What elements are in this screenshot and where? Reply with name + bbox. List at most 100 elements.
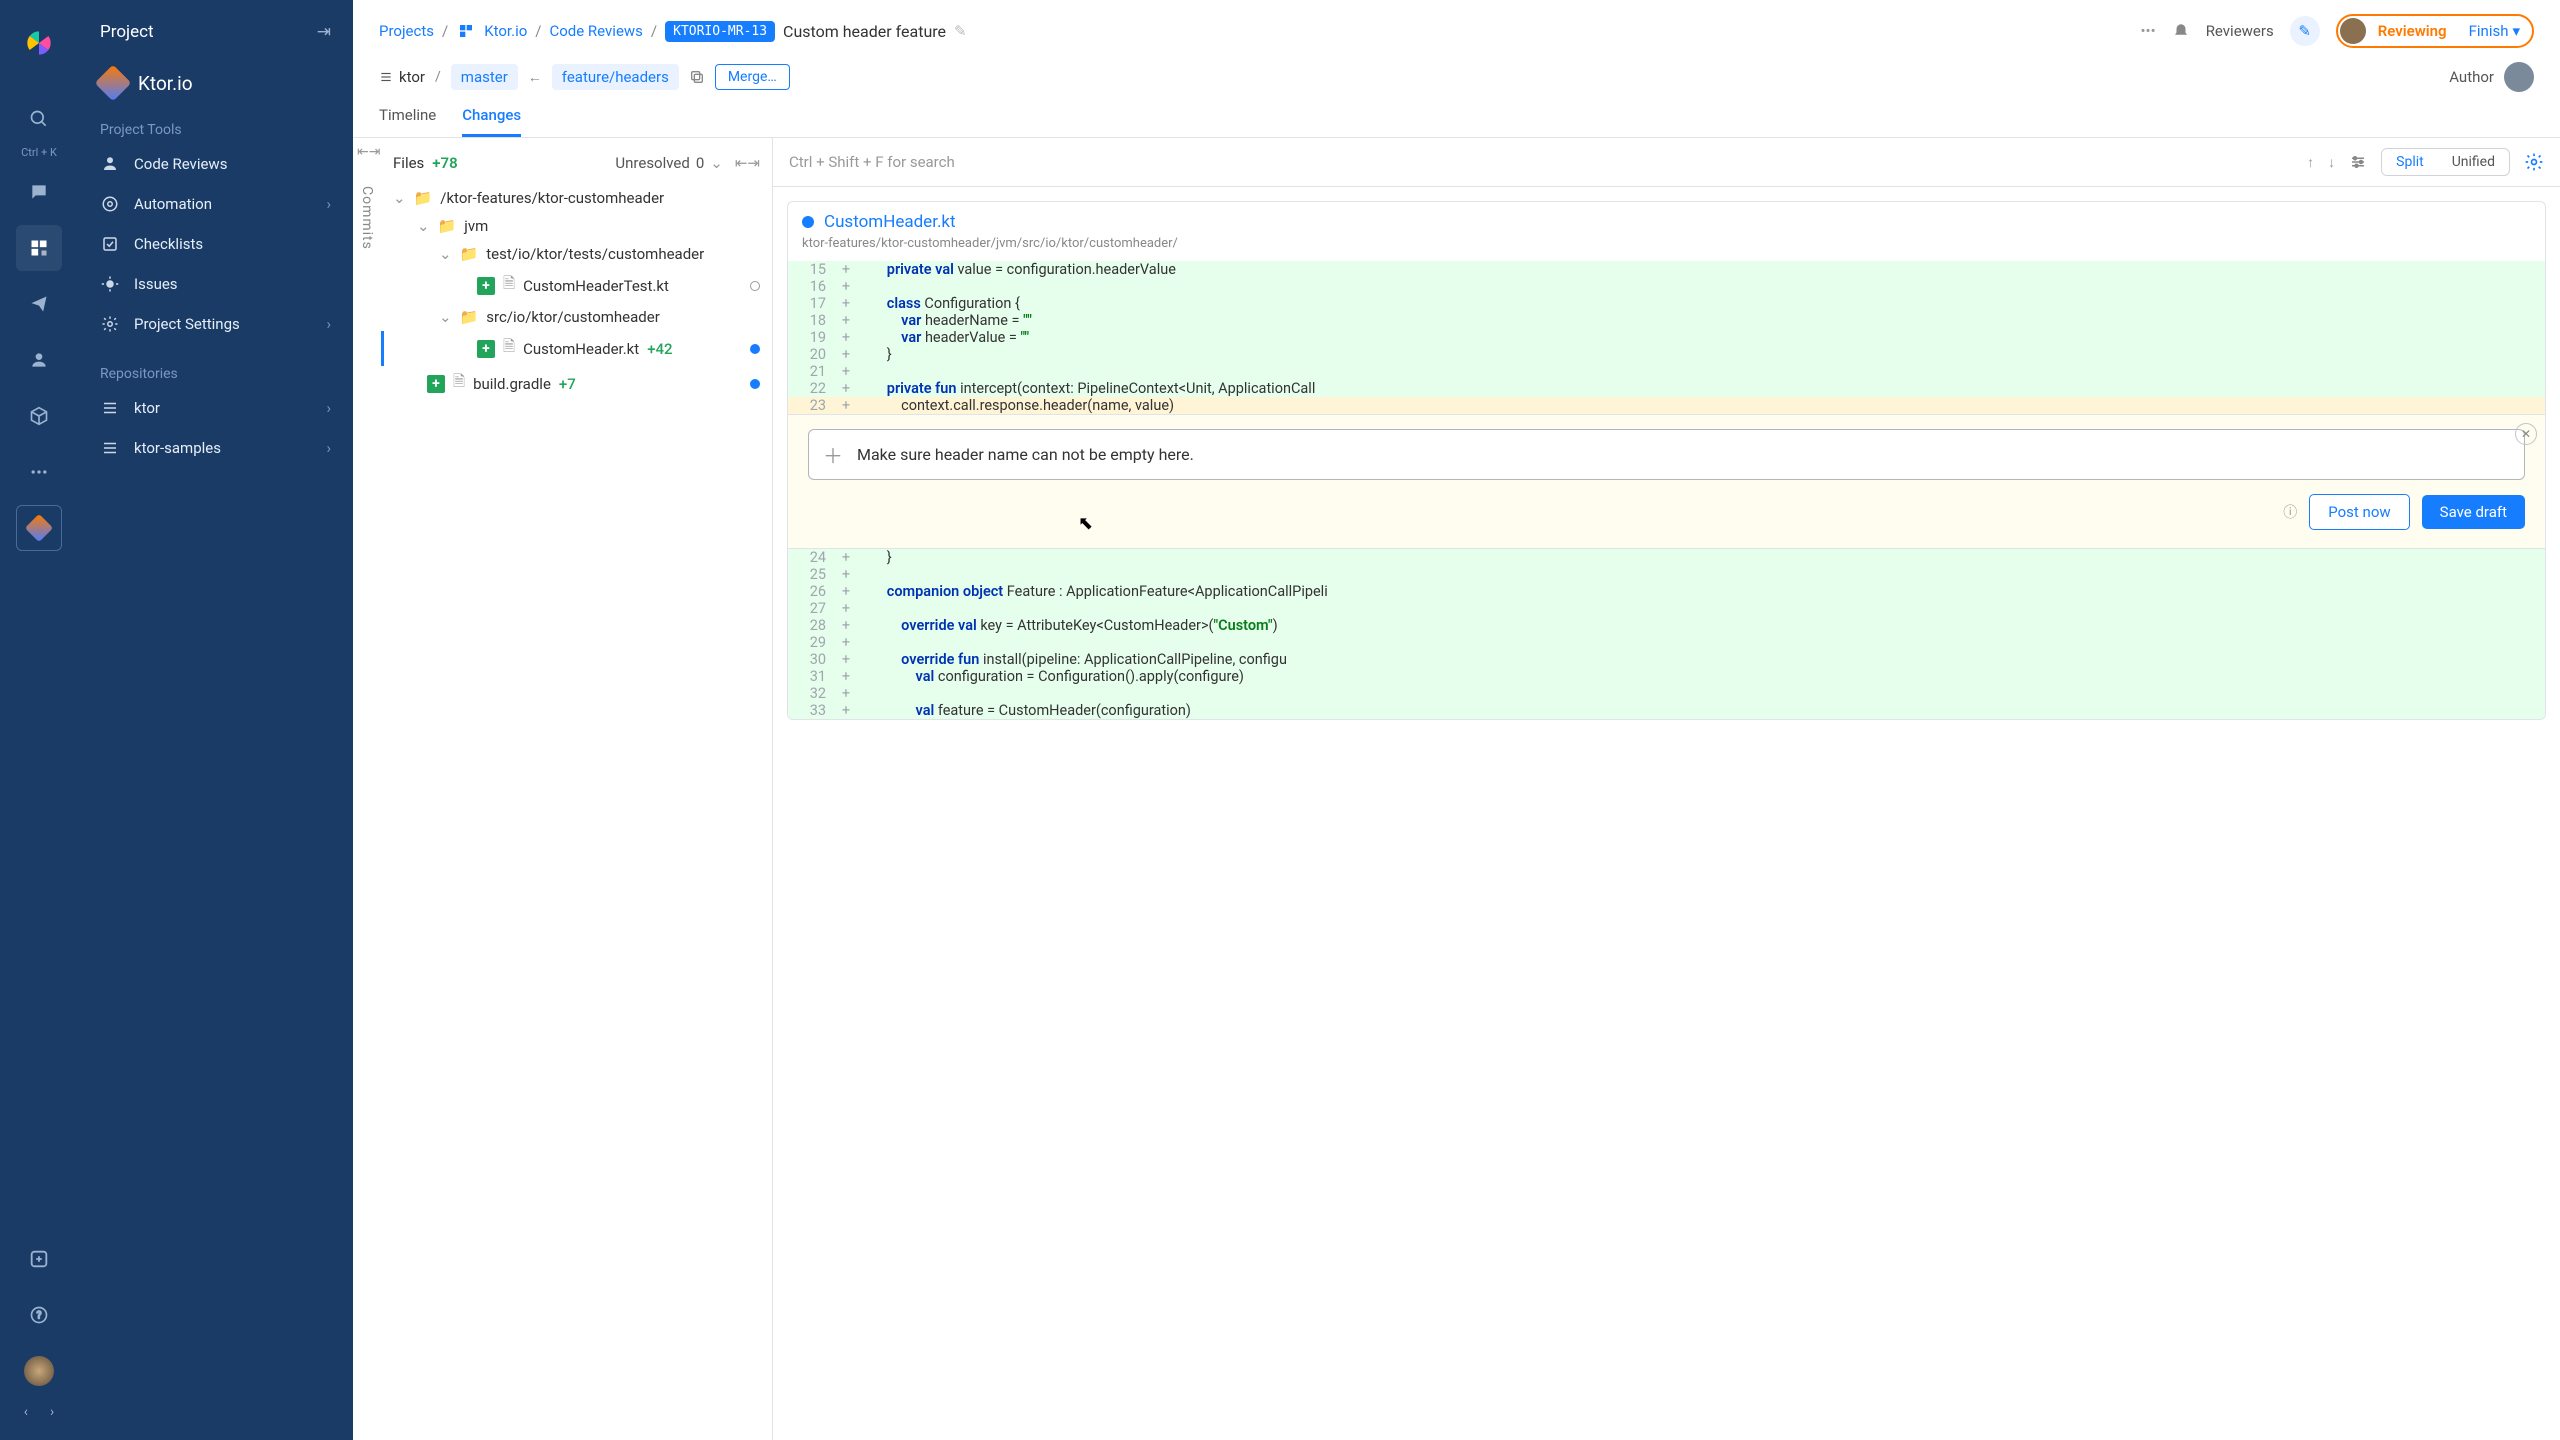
chevron-down-icon: ⌄ [439, 308, 452, 326]
project-sidebar: Project ⇥ Ktor.io Project Tools Code Rev… [78, 0, 353, 1440]
global-nav: Ctrl + K ? ‹ › [0, 0, 78, 1440]
panel-handle-icon[interactable]: ⇤⇥ [357, 144, 380, 160]
folder-icon: 📁 [460, 245, 479, 263]
tree-folder[interactable]: ⌄ 📁 test/io/ktor/tests/customheader [393, 240, 760, 268]
file-tree-panel: ⇤⇥ Commits Files +78 Unresolved 0 ⌄ ⇤⇥ ⌄… [353, 138, 773, 1440]
info-icon[interactable]: ⓘ [2283, 502, 2297, 522]
sidebar-item-automation[interactable]: Automation › [78, 184, 353, 224]
bell-icon[interactable] [2172, 22, 2190, 40]
user-avatar[interactable] [16, 1348, 62, 1394]
tab-timeline[interactable]: Timeline [379, 106, 436, 137]
view-split[interactable]: Split [2382, 149, 2438, 175]
repos-group-label: Repositories [78, 360, 353, 388]
sidebar-item-issues[interactable]: Issues [78, 264, 353, 304]
sidebar-item-project-settings[interactable]: Project Settings › [78, 304, 353, 344]
sidebar-item-code-reviews[interactable]: Code Reviews [78, 144, 353, 184]
next-diff-icon[interactable]: ↓ [2328, 154, 2335, 171]
status-dot [750, 379, 760, 389]
search-hint[interactable]: Ctrl + Shift + F for search [789, 153, 955, 171]
collapse-sidebar-icon[interactable]: ⇥ [317, 22, 331, 42]
merge-button[interactable]: Merge… [715, 64, 790, 90]
prev-icon[interactable]: ‹ [24, 1404, 28, 1420]
folder-icon: 📁 [438, 217, 457, 235]
app-logo[interactable] [16, 20, 62, 66]
panel-expand-icon[interactable]: ⇤⇥ [735, 154, 760, 172]
file-status-dot [802, 216, 814, 228]
diff-settings-icon[interactable] [2349, 153, 2367, 171]
breadcrumb-project[interactable]: Ktor.io [484, 22, 527, 40]
branch-row: ktor / master ← feature/headers Merge… A… [353, 48, 2560, 92]
author-avatar[interactable] [2504, 62, 2534, 92]
mr-id-badge[interactable]: KTORIO-MR-13 [665, 21, 775, 42]
help-icon[interactable]: ? [16, 1292, 62, 1338]
team-icon[interactable] [16, 337, 62, 383]
pinned-project-icon[interactable] [16, 505, 62, 551]
search-shortcut: Ctrl + K [21, 146, 57, 159]
breadcrumb-section[interactable]: Code Reviews [549, 22, 642, 40]
edit-reviewers-icon[interactable]: ✎ [2290, 16, 2320, 46]
source-branch[interactable]: feature/headers [552, 64, 679, 90]
comment-input[interactable] [857, 445, 2510, 464]
edit-title-icon[interactable]: ✎ [954, 22, 967, 40]
commits-tab[interactable]: Commits [353, 138, 381, 1440]
comment-box: ✕ ＋ ⓘ Post now Save draft ⬉ [787, 415, 2546, 549]
status-dot-hollow [750, 281, 760, 291]
search-icon[interactable] [16, 96, 62, 142]
projects-icon[interactable] [16, 225, 62, 271]
more-actions-icon[interactable]: ••• [2141, 22, 2156, 40]
review-status-pill[interactable]: Reviewing Finish ▾ [2336, 14, 2534, 48]
file-icon: 🗎 [503, 336, 515, 361]
chevron-down-icon[interactable]: ⌄ [710, 154, 723, 172]
repo-icon [100, 438, 120, 458]
close-comment-icon[interactable]: ✕ [2515, 423, 2537, 445]
sidebar-item-checklists[interactable]: Checklists [78, 224, 353, 264]
code-review-icon [100, 154, 120, 174]
packages-icon[interactable] [16, 393, 62, 439]
files-label: Files [393, 154, 424, 172]
attach-icon[interactable]: ＋ [823, 440, 843, 469]
target-branch[interactable]: master [451, 64, 518, 90]
tree-file[interactable]: + 🗎 build.gradle +7 [393, 366, 760, 401]
arrow-left-icon: ← [528, 69, 542, 86]
finish-button[interactable]: Finish ▾ [2459, 19, 2530, 43]
tree-file-selected[interactable]: + 🗎 CustomHeader.kt +42 [393, 331, 760, 366]
copy-icon[interactable] [689, 69, 705, 85]
chevron-right-icon: › [326, 315, 331, 333]
prev-diff-icon[interactable]: ↑ [2307, 154, 2314, 171]
tree-folder[interactable]: ⌄ 📁 src/io/ktor/customheader [393, 303, 760, 331]
file-name[interactable]: CustomHeader.kt [824, 212, 956, 232]
folder-icon: 📁 [414, 189, 433, 207]
tab-changes[interactable]: Changes [462, 106, 521, 137]
reviewing-status: Reviewing [2374, 22, 2451, 40]
view-unified[interactable]: Unified [2438, 149, 2509, 175]
chats-icon[interactable] [16, 169, 62, 215]
tree-folder[interactable]: ⌄ 📁 /ktor-features/ktor-customheader [393, 184, 760, 212]
sidebar-repo-ktor[interactable]: ktor › [78, 388, 353, 428]
chevron-right-icon: › [326, 399, 331, 417]
chevron-down-icon: ⌄ [439, 245, 452, 263]
post-now-button[interactable]: Post now [2309, 494, 2409, 530]
repo-icon [100, 398, 120, 418]
add-icon[interactable] [16, 1236, 62, 1282]
next-icon[interactable]: › [50, 1404, 54, 1420]
save-draft-button[interactable]: Save draft [2422, 495, 2525, 529]
page-title: Custom header feature [783, 22, 946, 41]
view-toggle: Split Unified [2381, 148, 2510, 176]
project-logo-icon [95, 65, 132, 102]
added-badge-icon: + [477, 340, 495, 358]
code-panel: Ctrl + Shift + F for search ↑ ↓ Split Un… [773, 138, 2560, 1440]
chevron-right-icon: › [326, 439, 331, 457]
gear-icon[interactable] [2524, 152, 2544, 172]
repo-chip[interactable]: ktor [379, 68, 425, 86]
file-icon: 🗎 [503, 273, 515, 298]
sidebar-repo-ktor-samples[interactable]: ktor-samples › [78, 428, 353, 468]
blog-icon[interactable] [16, 281, 62, 327]
breadcrumb-projects[interactable]: Projects [379, 22, 434, 40]
project-name[interactable]: Ktor.io [78, 62, 353, 116]
folder-icon: 📁 [460, 308, 479, 326]
tree-folder[interactable]: ⌄ 📁 jvm [393, 212, 760, 240]
review-tabs: Timeline Changes [353, 92, 2560, 138]
breadcrumb: Projects / Ktor.io / Code Reviews / KTOR… [379, 14, 2534, 48]
tree-file[interactable]: + 🗎 CustomHeaderTest.kt [393, 268, 760, 303]
more-icon[interactable] [16, 449, 62, 495]
